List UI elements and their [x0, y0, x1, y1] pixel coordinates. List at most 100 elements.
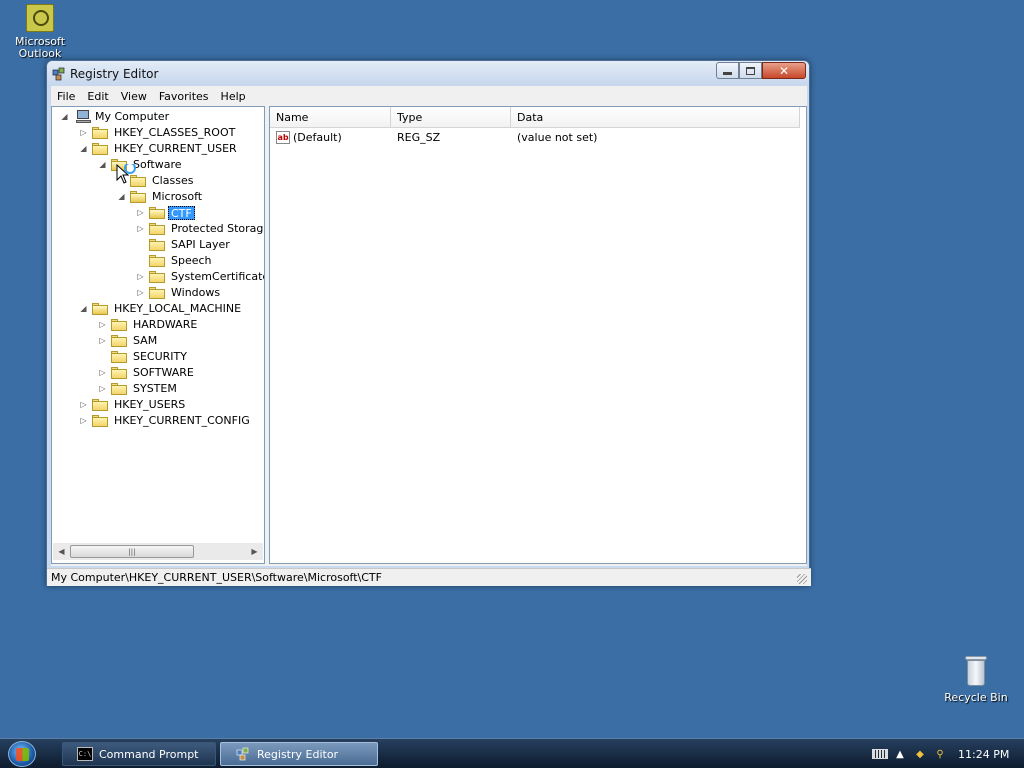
tree-node-label: HKEY_CLASSES_ROOT — [114, 126, 236, 139]
expand-arrow-icon[interactable]: ▷ — [136, 224, 145, 233]
minimize-button[interactable] — [716, 62, 739, 79]
tree-node-my-computer[interactable]: ◢ My Computer — [52, 109, 264, 125]
expand-arrow-icon[interactable]: ▷ — [79, 128, 88, 137]
tree-node-system-certificates[interactable]: ▷ SystemCertificates — [52, 269, 264, 285]
expand-arrow-icon[interactable]: ▷ — [98, 368, 107, 377]
desktop-icon-recycle-bin[interactable]: Recycle Bin — [942, 656, 1010, 704]
tree-node-microsoft[interactable]: ◢ Microsoft — [52, 189, 264, 205]
show-hidden-icons-arrow-icon[interactable]: ▲ — [892, 747, 908, 761]
collapse-arrow-icon[interactable]: ◢ — [60, 112, 69, 121]
values-list[interactable]: Name Type Data ab (Default) REG_SZ (valu… — [269, 106, 807, 564]
folder-icon — [111, 335, 127, 347]
scrollbar-thumb[interactable]: ||| — [70, 545, 194, 558]
registry-editor-icon — [52, 67, 65, 81]
desktop-icon-label: Recycle Bin — [944, 691, 1008, 704]
tree-node-protected-storage[interactable]: ▷ Protected Storage — [52, 221, 264, 237]
tree-node-label: Windows — [171, 286, 221, 299]
folder-icon — [149, 223, 165, 235]
taskbar-button-registry-editor[interactable]: Registry Editor — [220, 742, 378, 766]
folder-icon — [149, 255, 165, 267]
tree-node-hardware[interactable]: ▷ HARDWARE — [52, 317, 264, 333]
expand-arrow-icon[interactable]: ▷ — [79, 400, 88, 409]
folder-icon — [149, 239, 165, 251]
tree-node-software-lm[interactable]: ▷ SOFTWARE — [52, 365, 264, 381]
tree-node-hkey-local-machine[interactable]: ◢ HKEY_LOCAL_MACHINE — [52, 301, 264, 317]
tree-node-hkey-classes-root[interactable]: ▷ HKEY_CLASSES_ROOT — [52, 125, 264, 141]
tree-node-speech[interactable]: Speech — [52, 253, 264, 269]
menu-file[interactable]: File — [51, 90, 81, 103]
tree-node-label: SAM — [133, 334, 158, 347]
folder-icon — [149, 271, 165, 283]
outlook-icon — [26, 4, 54, 32]
menu-favorites[interactable]: Favorites — [153, 90, 215, 103]
collapse-arrow-icon[interactable]: ◢ — [98, 160, 107, 169]
tree-node-label-selected: CTF — [168, 206, 195, 220]
tree-node-label: HARDWARE — [133, 318, 198, 331]
tree-node-security[interactable]: SECURITY — [52, 349, 264, 365]
maximize-icon — [746, 66, 755, 75]
tree-node-hkey-current-user[interactable]: ◢ HKEY_CURRENT_USER — [52, 141, 264, 157]
tree-node-sam[interactable]: ▷ SAM — [52, 333, 264, 349]
tree-horizontal-scrollbar[interactable]: ◀ ||| ▶ — [53, 543, 263, 560]
tree-node-label: Classes — [152, 174, 194, 187]
taskbar-button-label: Registry Editor — [257, 747, 339, 761]
close-button[interactable]: ✕ — [762, 62, 806, 79]
tree-node-hkey-users[interactable]: ▷ HKEY_USERS — [52, 397, 264, 413]
search-icon[interactable]: ⚲ — [932, 747, 948, 761]
tree-node-system[interactable]: ▷ SYSTEM — [52, 381, 264, 397]
scroll-left-icon[interactable]: ◀ — [53, 543, 70, 560]
tree-node-ctf[interactable]: ▷ CTF — [52, 205, 264, 221]
folder-icon — [111, 319, 127, 331]
tree-node-label: HKEY_LOCAL_MACHINE — [114, 302, 242, 315]
resize-grip-icon[interactable] — [797, 574, 807, 584]
tree-node-label: My Computer — [95, 110, 170, 123]
value-name: (Default) — [293, 131, 342, 144]
notification-icon[interactable]: ◆ — [912, 747, 928, 761]
minimize-icon — [723, 72, 732, 75]
maximize-button[interactable] — [739, 62, 762, 79]
expand-arrow-icon[interactable]: ▷ — [79, 416, 88, 425]
expand-arrow-icon[interactable]: ▷ — [136, 208, 145, 217]
taskbar-button-label: Command Prompt — [99, 747, 199, 761]
menu-help[interactable]: Help — [215, 90, 252, 103]
folder-icon — [111, 351, 127, 363]
menu-edit[interactable]: Edit — [81, 90, 114, 103]
scroll-right-icon[interactable]: ▶ — [246, 543, 263, 560]
expand-arrow-icon[interactable]: ▷ — [136, 288, 145, 297]
start-button[interactable] — [8, 741, 36, 767]
registry-tree[interactable]: ◢ My Computer ▷ HKEY_CLASSES_ROOT ◢ HKEY… — [51, 106, 265, 564]
taskbar-button-command-prompt[interactable]: C:\ Command Prompt — [62, 742, 216, 766]
table-row[interactable]: ab (Default) REG_SZ (value not set) — [270, 129, 800, 147]
column-header-type[interactable]: Type — [391, 107, 511, 128]
tree-node-label: SAPI Layer — [171, 238, 230, 251]
tree-node-label: SystemCertificates — [171, 270, 265, 283]
tree-node-label: HKEY_CURRENT_USER — [114, 142, 237, 155]
recycle-bin-icon — [965, 656, 987, 686]
clock[interactable]: 11:24 PM — [958, 748, 1009, 761]
column-header-data[interactable]: Data — [511, 107, 800, 128]
collapse-arrow-icon[interactable]: ◢ — [79, 304, 88, 313]
desktop-icon-microsoft-outlook[interactable]: Microsoft Outlook — [4, 4, 76, 60]
keyboard-icon[interactable] — [872, 747, 888, 761]
collapse-arrow-icon[interactable]: ◢ — [117, 192, 126, 201]
tree-node-label: SECURITY — [133, 350, 187, 363]
folder-open-icon — [130, 191, 146, 203]
tree-node-classes[interactable]: Classes — [52, 173, 264, 189]
tree-node-label: SOFTWARE — [133, 366, 194, 379]
tree-node-hkey-current-config[interactable]: ▷ HKEY_CURRENT_CONFIG — [52, 413, 264, 429]
expand-arrow-icon[interactable]: ▷ — [98, 320, 107, 329]
tree-node-label: HKEY_USERS — [114, 398, 186, 411]
title-bar[interactable]: Registry Editor ✕ — [47, 61, 809, 87]
tree-node-sapi-layer[interactable]: SAPI Layer — [52, 237, 264, 253]
menu-view[interactable]: View — [115, 90, 153, 103]
expand-arrow-icon[interactable]: ▷ — [98, 384, 107, 393]
tree-node-label: Microsoft — [152, 190, 203, 203]
column-header-name[interactable]: Name — [270, 107, 391, 128]
tree-node-windows[interactable]: ▷ Windows — [52, 285, 264, 301]
status-bar: My Computer\HKEY_CURRENT_USER\Software\M… — [47, 568, 811, 586]
expand-arrow-icon[interactable]: ▷ — [136, 272, 145, 281]
expand-arrow-icon[interactable]: ▷ — [98, 336, 107, 345]
computer-icon — [76, 110, 91, 123]
tree-node-software[interactable]: ◢ Software — [52, 157, 264, 173]
collapse-arrow-icon[interactable]: ◢ — [79, 144, 88, 153]
